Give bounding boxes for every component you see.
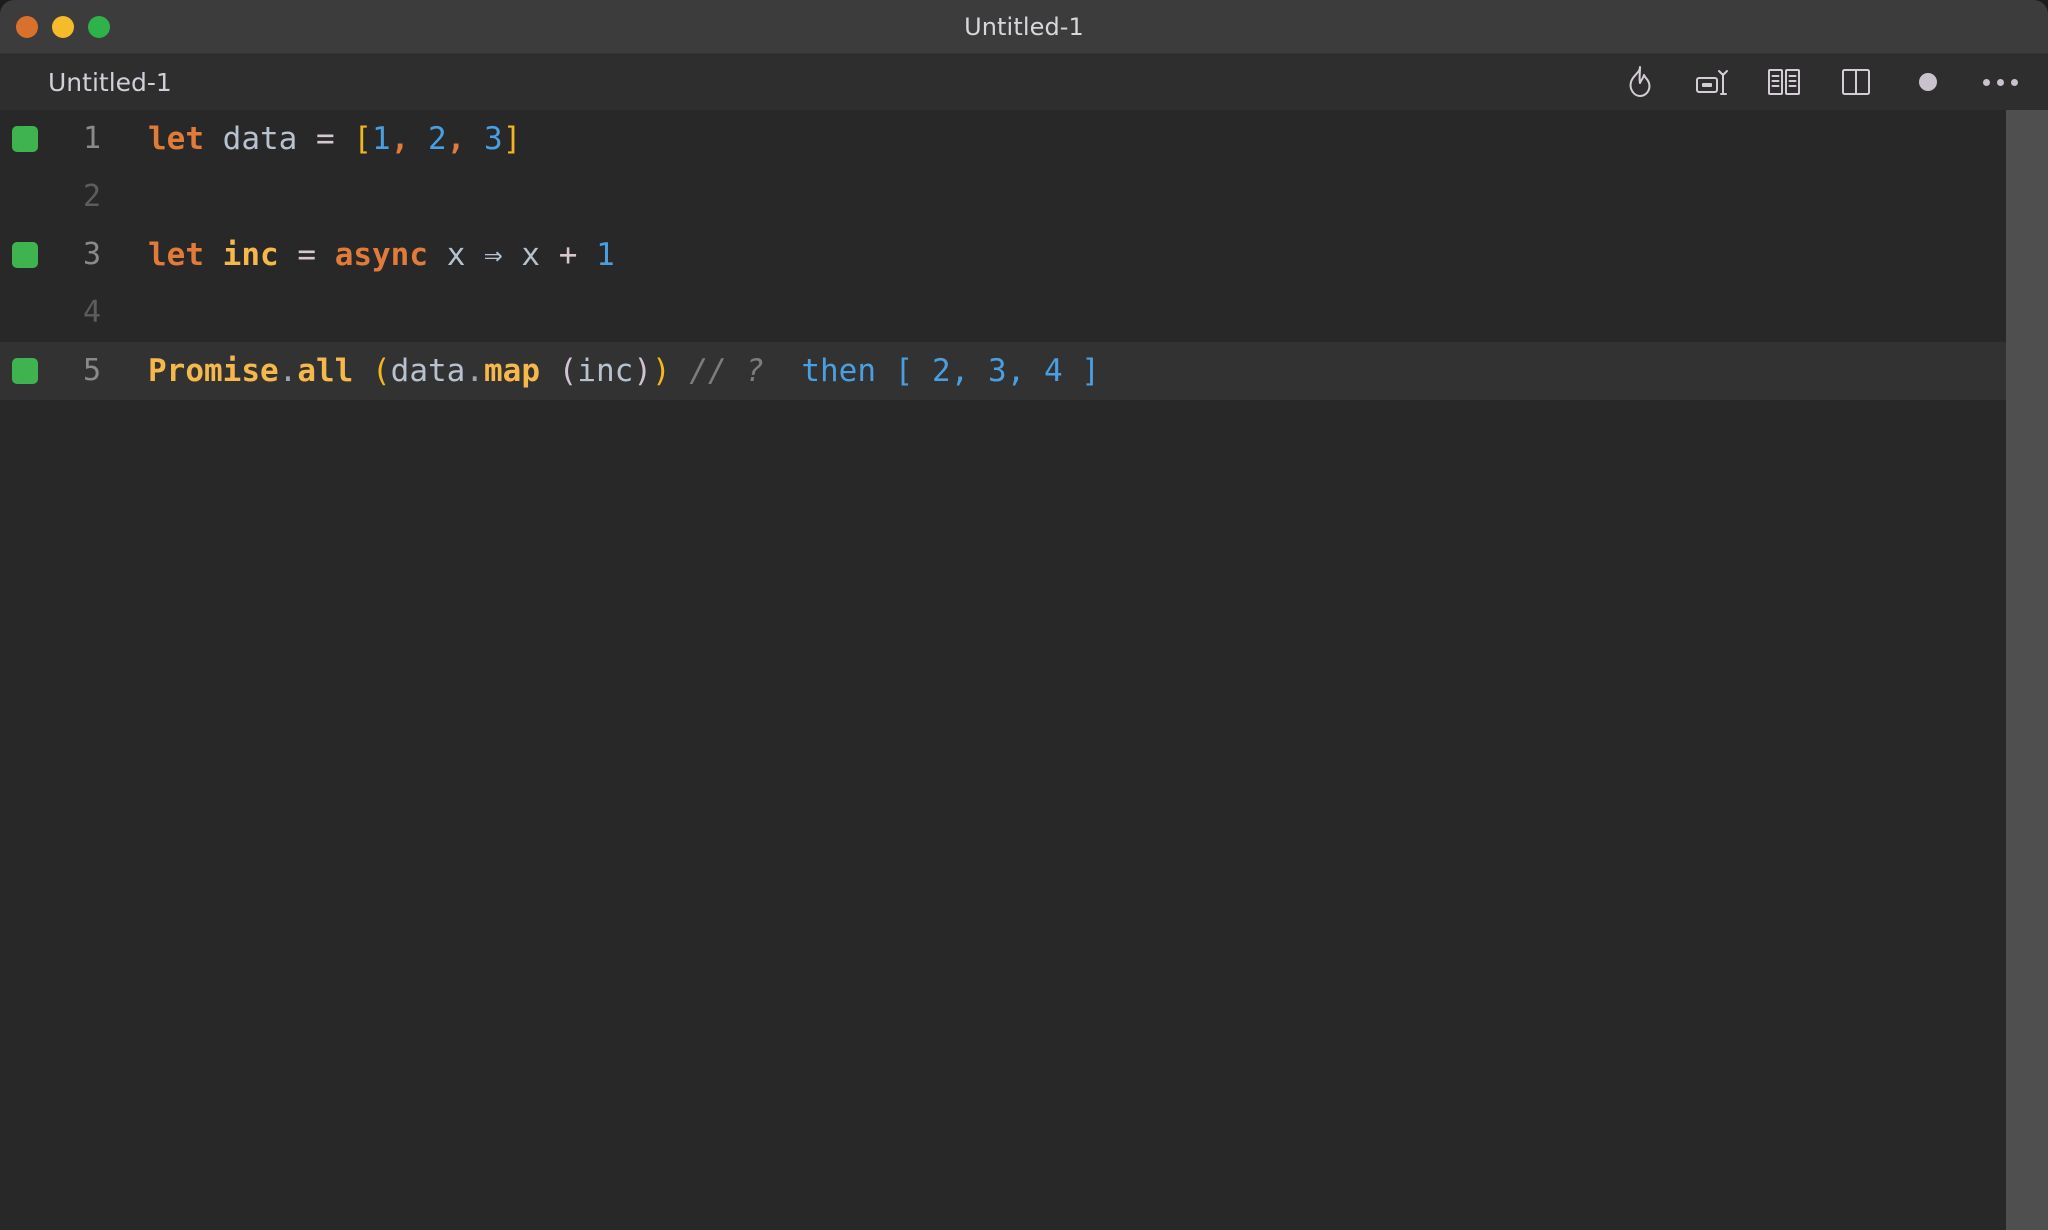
code-token: inc xyxy=(577,353,633,389)
code-token: // ? xyxy=(689,353,764,389)
code-token: ( xyxy=(559,353,578,389)
tab-bar: Untitled-1 xyxy=(0,54,2048,110)
code-token xyxy=(465,121,484,157)
code-token: [ 2, 3, 4 ] xyxy=(895,353,1100,389)
code-token xyxy=(540,237,559,273)
gutter-empty xyxy=(12,300,38,326)
code-line[interactable]: 1let data = [1, 2, 3] xyxy=(0,110,2048,168)
code-token: x xyxy=(521,237,540,273)
tab-untitled-1[interactable]: Untitled-1 xyxy=(48,70,172,95)
code-token xyxy=(503,237,522,273)
code-token: ) xyxy=(652,353,671,389)
code-token: 1 xyxy=(372,121,391,157)
breakpoint-marker-icon[interactable] xyxy=(12,242,38,268)
more-options-icon[interactable] xyxy=(1978,60,2022,104)
code-token: 2 xyxy=(428,121,447,157)
code-token xyxy=(577,237,596,273)
code-token xyxy=(204,237,223,273)
code-token xyxy=(297,121,316,157)
code-token xyxy=(465,237,484,273)
window-controls xyxy=(16,0,110,54)
code-token: = xyxy=(297,237,316,273)
code-token xyxy=(335,121,354,157)
close-window-button[interactable] xyxy=(16,16,38,38)
minimize-window-button[interactable] xyxy=(52,16,74,38)
code-token xyxy=(428,237,447,273)
code-token xyxy=(876,353,895,389)
code-token xyxy=(764,353,801,389)
application-window: Untitled-1 Untitled-1 xyxy=(0,0,2048,1230)
split-editor-icon[interactable] xyxy=(1834,60,1878,104)
code-line[interactable]: 2 xyxy=(0,168,2048,226)
code-token: let xyxy=(148,237,204,273)
code-token: Promise xyxy=(148,353,279,389)
ellipsis-glyph xyxy=(1983,79,2018,86)
code-token: async xyxy=(335,237,428,273)
code-token: . xyxy=(465,353,484,389)
code-line[interactable]: 5Promise.all (data.map (inc)) // ? then … xyxy=(0,342,2048,400)
vertical-scrollbar[interactable] xyxy=(2006,110,2048,1230)
unsaved-indicator xyxy=(1919,73,1937,91)
code-token xyxy=(279,237,298,273)
toolbar-actions xyxy=(1618,60,2022,104)
code-token: all xyxy=(297,353,353,389)
code-token: ⇒ xyxy=(484,237,503,273)
unsaved-dot-icon[interactable] xyxy=(1906,60,1950,104)
code-line[interactable]: 4 xyxy=(0,284,2048,342)
window-title: Untitled-1 xyxy=(0,13,2048,41)
code-token: inc xyxy=(223,237,279,273)
line-content: let data = [1, 2, 3] xyxy=(128,110,521,168)
code-token: , xyxy=(391,121,410,157)
maximize-window-button[interactable] xyxy=(88,16,110,38)
code-token xyxy=(316,237,335,273)
code-token: let xyxy=(148,121,204,157)
code-editor[interactable]: 1let data = [1, 2, 3]23let inc = async x… xyxy=(0,110,2048,1230)
code-token: then xyxy=(801,353,876,389)
code-token: x xyxy=(447,237,466,273)
code-token: . xyxy=(279,353,298,389)
code-line[interactable]: 3let inc = async x ⇒ x + 1 xyxy=(0,226,2048,284)
code-lines-container: 1let data = [1, 2, 3]23let inc = async x… xyxy=(0,110,2048,400)
gutter-empty xyxy=(12,184,38,210)
code-token xyxy=(671,353,690,389)
open-book-icon[interactable] xyxy=(1762,60,1806,104)
code-token: = xyxy=(316,121,335,157)
code-token xyxy=(540,353,559,389)
code-token xyxy=(353,353,372,389)
code-token: data xyxy=(223,121,298,157)
flame-icon[interactable] xyxy=(1618,60,1662,104)
code-token: ( xyxy=(372,353,391,389)
line-content: Promise.all (data.map (inc)) // ? then [… xyxy=(128,342,1100,400)
breakpoint-marker-icon[interactable] xyxy=(12,126,38,152)
code-token: data xyxy=(391,353,466,389)
code-token xyxy=(409,121,428,157)
code-token: 1 xyxy=(596,237,615,273)
code-token: , xyxy=(447,121,466,157)
code-token: map xyxy=(484,353,540,389)
code-token: [ xyxy=(353,121,372,157)
code-token: + xyxy=(559,237,578,273)
code-token: 3 xyxy=(484,121,503,157)
code-token: ) xyxy=(633,353,652,389)
code-token xyxy=(204,121,223,157)
code-token: ] xyxy=(503,121,522,157)
title-bar: Untitled-1 xyxy=(0,0,2048,54)
format-code-icon[interactable] xyxy=(1690,60,1734,104)
line-content: let inc = async x ⇒ x + 1 xyxy=(128,226,615,284)
breakpoint-marker-icon[interactable] xyxy=(12,358,38,384)
